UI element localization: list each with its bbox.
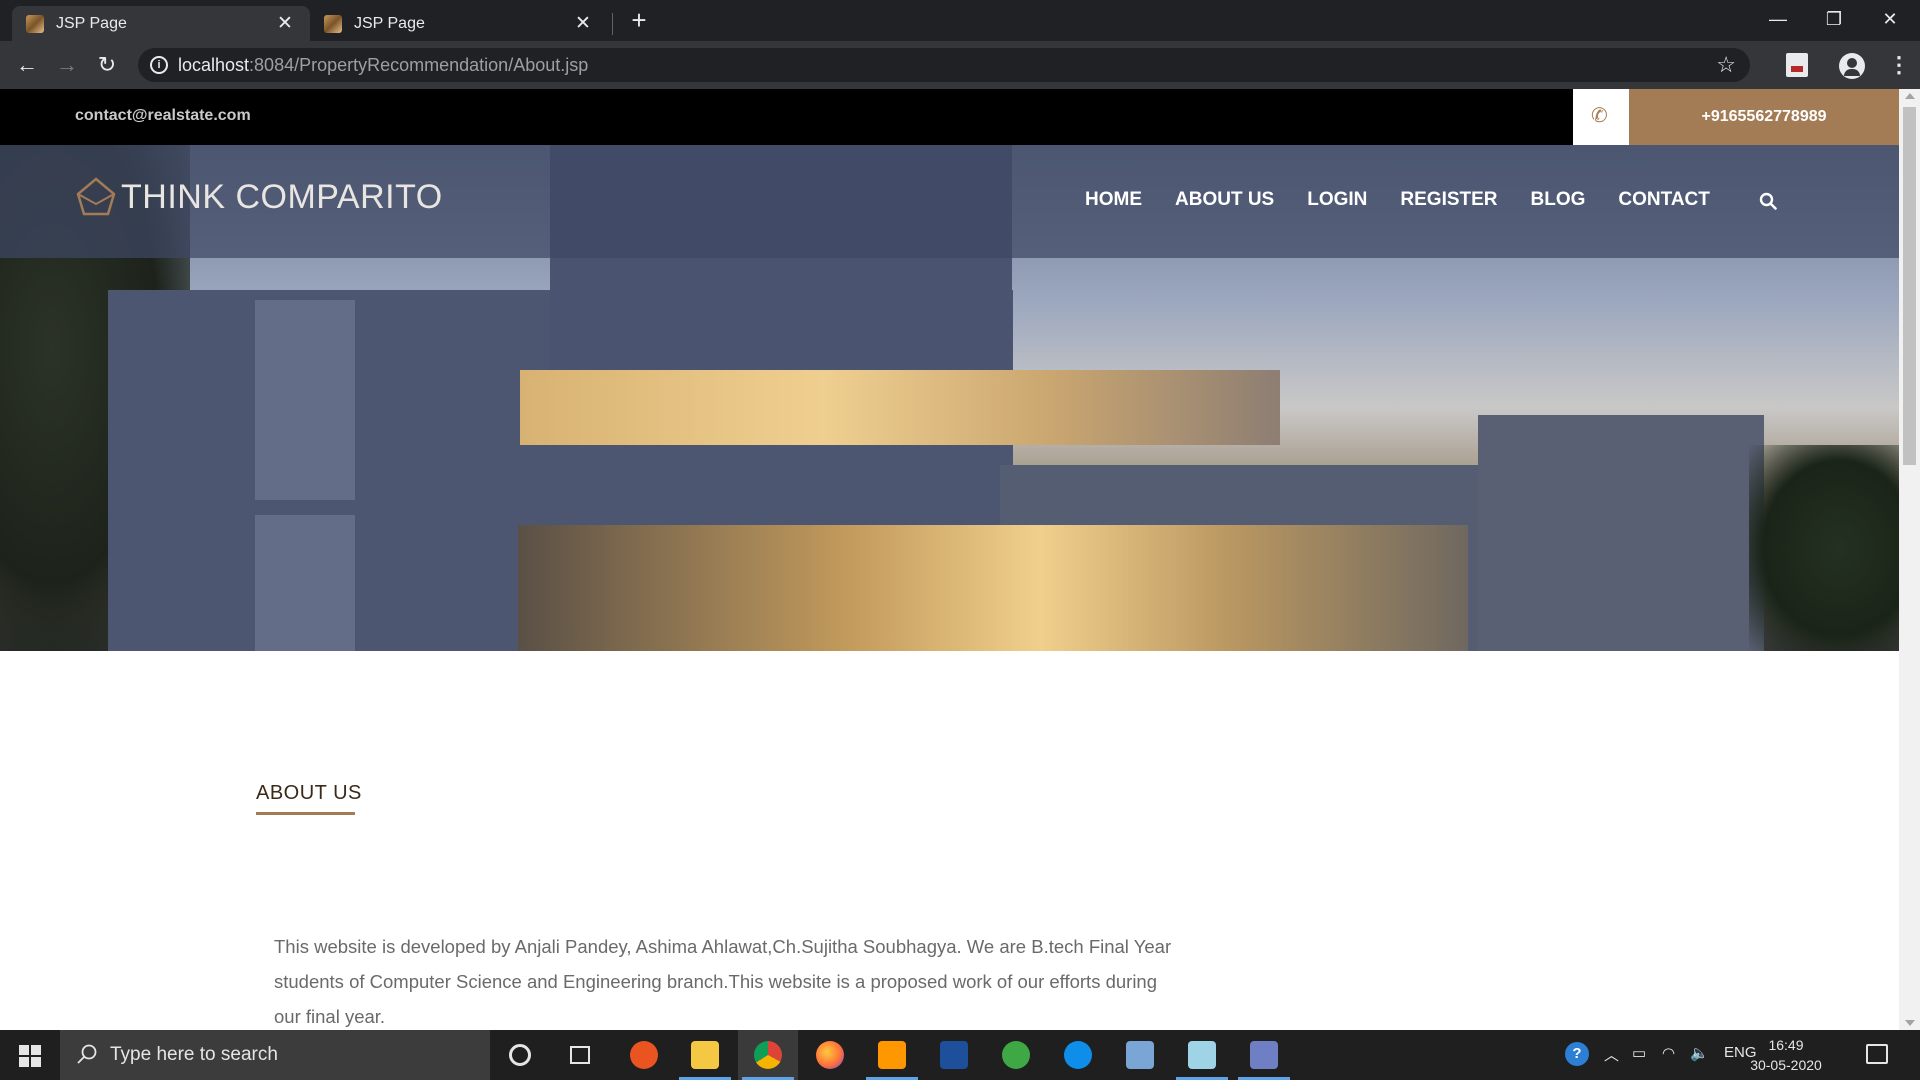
phone-icon-box: ✆ xyxy=(1573,89,1629,145)
taskbar-app-chrome[interactable] xyxy=(738,1030,798,1080)
taskbar-app-virtualbox[interactable] xyxy=(1110,1030,1170,1080)
help-tray-icon[interactable]: ? xyxy=(1565,1042,1589,1066)
taskbar-app-notepad[interactable] xyxy=(1172,1030,1232,1080)
profile-avatar-icon[interactable] xyxy=(1839,53,1865,79)
taskbar-app-sublime[interactable] xyxy=(862,1030,922,1080)
close-tab-icon[interactable]: ✕ xyxy=(572,14,594,33)
hero-lit-windows xyxy=(520,370,1280,445)
pdf-extension-icon[interactable] xyxy=(1786,53,1808,77)
notepad-icon xyxy=(1188,1041,1216,1069)
cortana-icon xyxy=(509,1044,531,1066)
minimize-button[interactable]: — xyxy=(1750,0,1806,41)
teamviewer-icon xyxy=(1064,1041,1092,1069)
ubuntu-icon xyxy=(630,1041,658,1069)
task-view-button[interactable] xyxy=(550,1030,610,1080)
devcpp-icon xyxy=(940,1041,968,1069)
firefox-icon xyxy=(816,1041,844,1069)
tab-title: JSP Page xyxy=(354,14,425,32)
browser-menu-icon[interactable]: ⋮ xyxy=(1888,51,1910,79)
phone-icon: ✆ xyxy=(1591,105,1608,127)
site-logo[interactable]: THINK COMPARITO xyxy=(75,176,443,218)
nav-about-us[interactable]: ABOUT US xyxy=(1175,189,1274,211)
contact-phone[interactable]: +9165562778989 xyxy=(1629,89,1899,145)
clock-time: 16:49 xyxy=(1768,1037,1804,1053)
about-heading: ABOUT US xyxy=(256,782,362,804)
taskbar-app-devcpp[interactable] xyxy=(924,1030,984,1080)
taskbar-app-ubuntu[interactable] xyxy=(614,1030,674,1080)
taskbar-app-file-explorer[interactable] xyxy=(675,1030,735,1080)
scrollbar-thumb[interactable] xyxy=(1903,107,1916,465)
wifi-icon[interactable]: ◠ xyxy=(1662,1044,1675,1062)
action-center-icon[interactable] xyxy=(1866,1044,1888,1064)
utorrent-icon xyxy=(1002,1041,1030,1069)
taskbar-app-netbeans[interactable] xyxy=(1234,1030,1294,1080)
restore-button[interactable]: ❐ xyxy=(1806,0,1862,41)
taskbar-app-firefox[interactable] xyxy=(800,1030,860,1080)
url-text[interactable]: localhost:8084/PropertyRecommendation/Ab… xyxy=(178,55,588,76)
page-favicon-icon xyxy=(324,14,342,33)
house-logo-icon xyxy=(76,177,116,216)
hero-building-far xyxy=(1478,415,1764,651)
contact-email[interactable]: contact@realstate.com xyxy=(75,107,251,125)
hero-lower-windows xyxy=(518,525,1468,651)
taskbar-search-placeholder: Type here to search xyxy=(110,1044,278,1065)
site-info-icon[interactable]: i xyxy=(150,56,168,74)
browser-tab-strip: JSP Page ✕ JSP Page ✕ + — ❐ ✕ xyxy=(0,0,1920,41)
taskbar-app-utorrent[interactable] xyxy=(986,1030,1046,1080)
nav-home[interactable]: HOME xyxy=(1085,189,1142,211)
netbeans-icon xyxy=(1250,1041,1278,1069)
search-icon[interactable] xyxy=(1759,192,1777,210)
taskbar-clock[interactable]: 16:49 30-05-2020 xyxy=(1746,1035,1826,1075)
nav-register[interactable]: REGISTER xyxy=(1400,189,1497,211)
show-hidden-icons-icon[interactable]: ︿ xyxy=(1604,1044,1619,1065)
task-view-icon xyxy=(570,1046,590,1064)
close-window-button[interactable]: ✕ xyxy=(1862,0,1918,41)
scroll-down-arrow-icon[interactable] xyxy=(1905,1020,1915,1026)
page-scrollbar[interactable] xyxy=(1899,89,1920,1030)
file-explorer-icon xyxy=(691,1041,719,1069)
back-button[interactable]: ← xyxy=(12,50,42,80)
start-button[interactable] xyxy=(0,1030,60,1080)
browser-tab-2[interactable]: JSP Page ✕ xyxy=(310,6,608,41)
url-path: :8084/PropertyRecommendation/About.jsp xyxy=(249,55,589,75)
top-info-bar: contact@realstate.com ✆ +9165562778989 xyxy=(0,89,1899,145)
clock-date: 30-05-2020 xyxy=(1750,1057,1822,1073)
tab-title: JSP Page xyxy=(56,14,127,32)
browser-tab-1[interactable]: JSP Page ✕ xyxy=(12,6,310,41)
brand-name: THINK COMPARITO xyxy=(121,177,443,216)
url-host: localhost xyxy=(178,55,250,75)
tab-separator xyxy=(612,13,613,35)
taskbar-app-teamviewer[interactable] xyxy=(1048,1030,1108,1080)
windows-taskbar: Type here to search ? ︿ ▭ ◠ 🔈 ENG 16:49 … xyxy=(0,1030,1920,1080)
new-tab-button[interactable]: + xyxy=(624,6,654,36)
main-nav: HOME ABOUT US LOGIN REGISTER BLOG CONTAC… xyxy=(1085,189,1743,211)
battery-icon[interactable]: ▭ xyxy=(1632,1044,1646,1062)
browser-toolbar: ← → ↻ i localhost:8084/PropertyRecommend… xyxy=(0,41,1920,89)
page-favicon-icon xyxy=(26,14,44,33)
bookmark-star-icon[interactable]: ☆ xyxy=(1716,52,1736,78)
sublime-text-icon xyxy=(878,1041,906,1069)
windows-logo-icon xyxy=(19,1045,41,1067)
cortana-button[interactable] xyxy=(490,1030,550,1080)
search-icon xyxy=(77,1044,97,1064)
reload-button[interactable]: ↻ xyxy=(92,50,122,80)
close-tab-icon[interactable]: ✕ xyxy=(274,14,296,33)
page-viewport: contact@realstate.com ✆ +9165562778989 T… xyxy=(0,89,1920,1030)
nav-blog[interactable]: BLOG xyxy=(1531,189,1586,211)
nav-contact[interactable]: CONTACT xyxy=(1618,189,1709,211)
heading-underline xyxy=(256,812,355,815)
nav-login[interactable]: LOGIN xyxy=(1307,189,1367,211)
address-bar[interactable]: i localhost:8084/PropertyRecommendation/… xyxy=(138,48,1750,82)
hero-glass-block xyxy=(255,515,355,651)
volume-icon[interactable]: 🔈 xyxy=(1690,1044,1709,1062)
virtualbox-icon xyxy=(1126,1041,1154,1069)
forward-button[interactable]: → xyxy=(52,50,82,80)
chrome-icon xyxy=(754,1041,782,1069)
about-paragraph: This website is developed by Anjali Pand… xyxy=(274,936,1172,1027)
taskbar-search-box[interactable]: Type here to search xyxy=(60,1030,490,1080)
scroll-up-arrow-icon[interactable] xyxy=(1905,93,1915,99)
hero-tree-right xyxy=(1749,445,1899,651)
hero-glass-block xyxy=(255,300,355,500)
